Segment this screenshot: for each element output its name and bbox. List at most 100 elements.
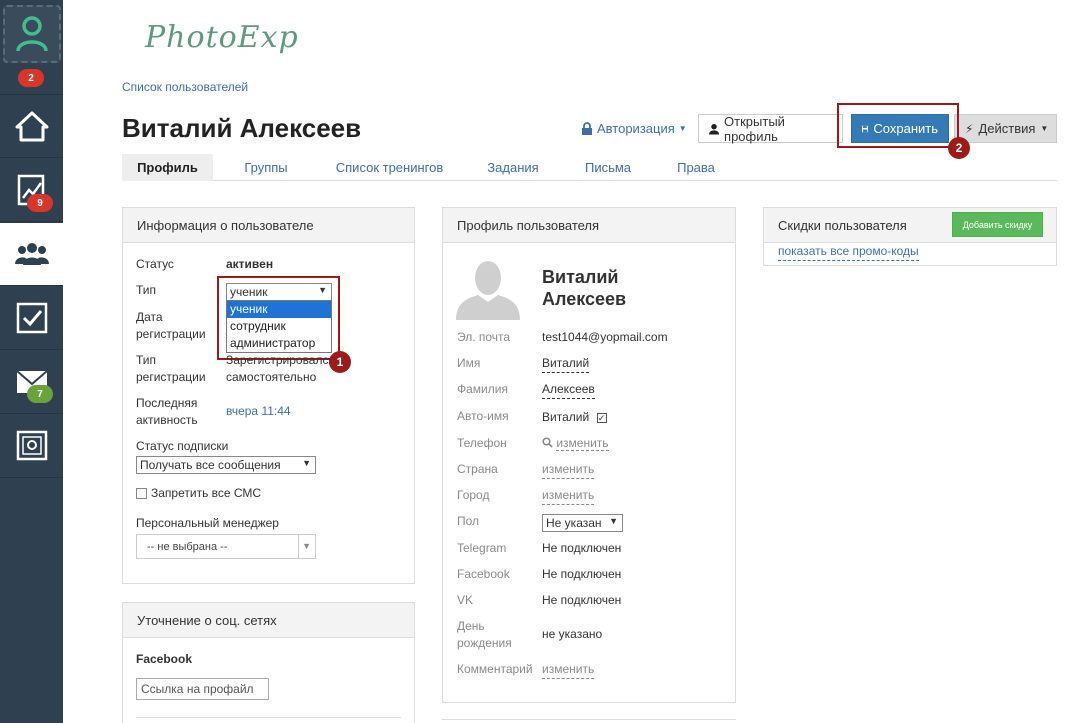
facebook-profile-input[interactable]: Ссылка на профайл <box>136 678 269 700</box>
facebook-label: Facebook <box>457 567 510 581</box>
sidebar: 2 9 7 <box>0 0 63 723</box>
sidebar-item-stats[interactable]: 9 <box>0 159 63 222</box>
autoname-label: Авто-имя <box>457 409 509 423</box>
status-value: активен <box>226 257 274 271</box>
users-icon <box>14 243 49 265</box>
auth-dropdown[interactable]: Авторизация ▼ <box>581 121 687 136</box>
select-arrow-icon: ▼ <box>609 516 618 526</box>
autoname-row: Виталий ✓ <box>542 409 607 426</box>
vk-label: VK <box>457 593 474 607</box>
manager-select[interactable]: -- не выбрана -- ▼ <box>136 534 316 559</box>
tab-profile[interactable]: Профиль <box>122 154 213 181</box>
sidebar-item-home[interactable] <box>0 95 63 158</box>
autoname-value: Виталий <box>542 410 590 424</box>
select-arrow-icon: ▼ <box>302 541 311 551</box>
checkbox-icon <box>16 302 47 334</box>
gender-select[interactable]: Не указан ▼ <box>542 514 623 532</box>
lock-icon <box>582 122 592 135</box>
select-arrow-icon: ▼ <box>302 458 311 468</box>
facebook-input-placeholder: Ссылка на профайл <box>141 682 254 696</box>
home-icon <box>15 111 48 142</box>
sms-checkbox[interactable] <box>136 488 147 500</box>
sidebar-item-account[interactable]: 2 <box>0 0 63 95</box>
mail-badge: 7 <box>27 385 53 403</box>
divider <box>136 717 401 718</box>
facebook-value: Не подключен <box>542 567 622 581</box>
gender-label: Пол <box>457 514 480 528</box>
comment-change-link[interactable]: изменить <box>542 661 595 679</box>
email-value: test1044@yopmail.com <box>542 330 668 344</box>
tab-tasks[interactable]: Задания <box>478 154 548 181</box>
panel-below-edge <box>442 719 736 723</box>
country-change-link[interactable]: изменить <box>542 461 595 479</box>
breadcrumb[interactable]: Список пользователей <box>122 80 248 94</box>
avatar[interactable] <box>2 5 61 63</box>
actions-label: Действия <box>978 121 1036 136</box>
tab-bar: Профиль Группы Список тренингов Задания … <box>122 154 1057 181</box>
sidebar-item-users[interactable] <box>0 223 63 286</box>
actions-dropdown-button[interactable]: ⚡ Действия ▼ <box>954 114 1057 143</box>
tab-groups[interactable]: Группы <box>230 154 302 181</box>
subscription-select[interactable]: Получать все сообщения ▼ <box>136 456 316 474</box>
user-icon <box>15 16 48 52</box>
tab-trainings[interactable]: Список тренингов <box>322 154 457 181</box>
profile-header: Профиль пользователя <box>443 208 735 243</box>
last-activity-label: Последняя активность <box>136 396 198 427</box>
country-label: Страна <box>457 462 498 476</box>
telegram-label: Telegram <box>457 541 507 555</box>
gender-value: Не указан <box>546 516 602 530</box>
safe-icon <box>16 430 47 461</box>
open-profile-button[interactable]: Открытый профиль <box>698 113 843 144</box>
birthday-label: День рождения <box>457 619 512 650</box>
city-label: Город <box>457 488 490 502</box>
avatar-placeholder-icon <box>456 258 520 320</box>
subscription-value: Получать все сообщения <box>140 458 281 472</box>
notification-badge: 2 <box>18 69 44 87</box>
sms-checkbox-row[interactable]: Запретить все СМС <box>136 485 261 502</box>
search-icon <box>542 437 553 448</box>
sms-label: Запретить все СМС <box>151 486 262 500</box>
sidebar-item-tasks[interactable] <box>0 287 63 350</box>
social-facebook-label: Facebook <box>136 652 193 666</box>
social-header: Уточнение о соц. сетях <box>123 603 414 638</box>
reg-type-value: Зарегистрировался самостоятельно <box>226 353 330 384</box>
email-label: Эл. почта <box>457 330 511 344</box>
tab-rights[interactable]: Права <box>664 154 728 181</box>
vk-value: Не подключен <box>542 593 622 607</box>
logo: PhotoExp <box>145 20 299 55</box>
last-name-label: Фамилия <box>457 382 508 396</box>
highlight-marker-1: 1 <box>329 351 351 373</box>
open-profile-label: Открытый профиль <box>724 113 785 144</box>
add-discount-button[interactable]: Добавить скидку <box>952 212 1043 237</box>
telegram-value: Не подключен <box>542 541 622 555</box>
user-info-header: Информация о пользователе <box>123 208 414 243</box>
manager-label: Персональный менеджер <box>136 516 279 530</box>
profile-name: Виталий Алексеев <box>542 267 627 309</box>
comment-label: Комментарий <box>457 662 533 676</box>
last-name-value[interactable]: Алексеев <box>542 381 595 399</box>
sidebar-item-safe[interactable] <box>0 415 63 478</box>
caret-down-icon: ▼ <box>678 124 687 133</box>
type-label: Тип <box>136 283 157 297</box>
city-change-link[interactable]: изменить <box>542 487 595 505</box>
page-title: Виталий Алексеев <box>122 113 362 143</box>
caret-down-icon: ▼ <box>1040 124 1049 133</box>
phone-change-link[interactable]: изменить <box>556 436 609 451</box>
sidebar-item-mail[interactable]: 7 <box>0 351 63 414</box>
last-activity-value[interactable]: вчера 11:44 <box>226 403 291 420</box>
birthday-value: не указано <box>542 627 603 641</box>
first-name-label: Имя <box>457 356 481 370</box>
status-label: Статус <box>136 257 174 271</box>
reg-date-label: Дата регистрации <box>136 310 206 341</box>
subscription-label: Статус подписки <box>136 439 229 453</box>
user-small-icon <box>709 123 720 134</box>
highlight-type <box>217 276 340 360</box>
tab-letters[interactable]: Письма <box>574 154 642 181</box>
stats-badge: 9 <box>27 194 53 212</box>
highlight-save <box>837 103 959 148</box>
show-promo-codes-link[interactable]: показать все промо-коды <box>778 243 919 261</box>
first-name-value[interactable]: Виталий <box>542 355 590 373</box>
reg-type-label: Тип регистрации <box>136 353 206 384</box>
lightning-icon: ⚡ <box>965 121 974 136</box>
autoname-checkbox[interactable]: ✓ <box>596 413 607 423</box>
